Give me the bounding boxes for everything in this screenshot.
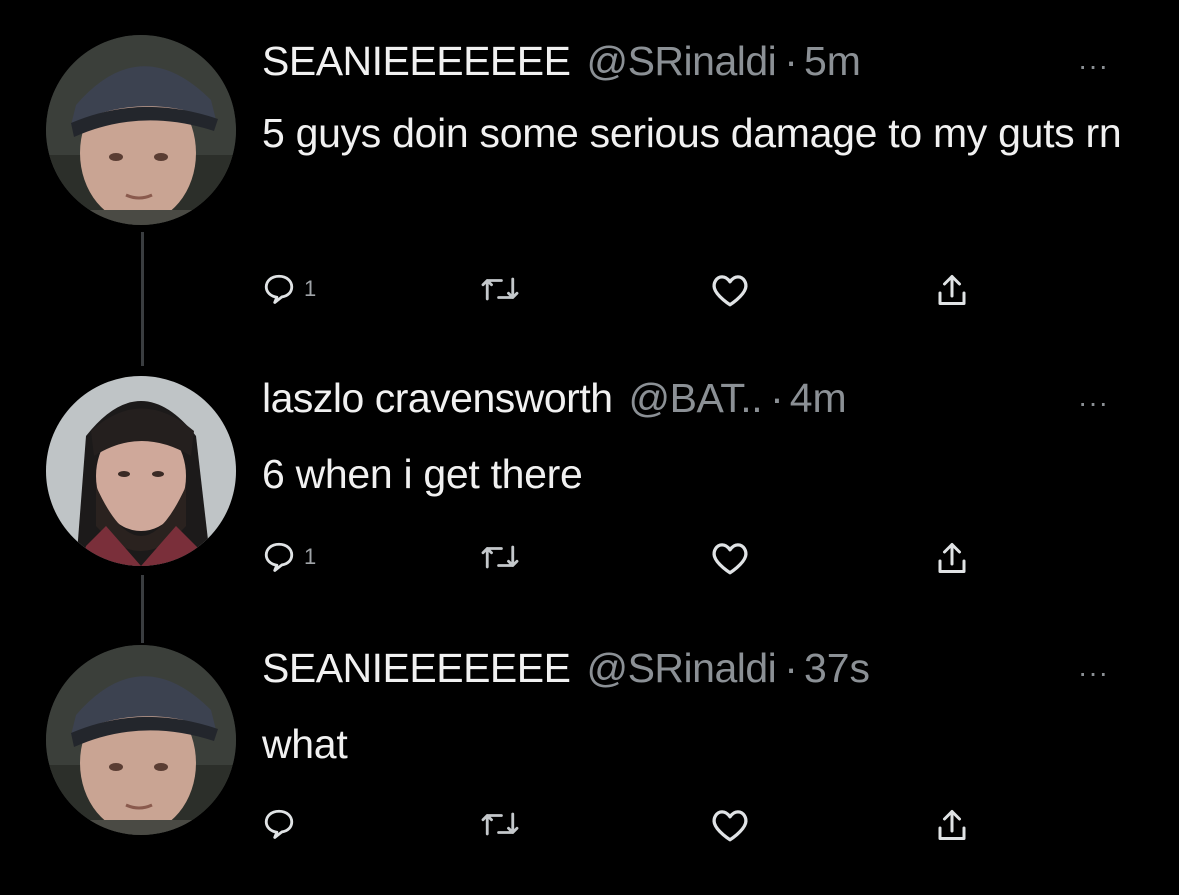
tweet-actions: 1 bbox=[262, 540, 1022, 580]
share-button[interactable] bbox=[934, 807, 970, 843]
tweet-text: what bbox=[262, 721, 348, 767]
reply-button[interactable] bbox=[262, 807, 304, 841]
retweet-icon bbox=[481, 545, 519, 569]
reply-button[interactable]: 1 bbox=[262, 272, 316, 306]
more-options-icon[interactable]: ··· bbox=[1078, 387, 1109, 419]
share-icon bbox=[938, 543, 966, 573]
tweet-actions: 1 bbox=[262, 272, 1022, 312]
man-in-cap-avatar-image bbox=[46, 645, 236, 835]
share-icon bbox=[938, 275, 966, 305]
reply-icon bbox=[264, 542, 294, 572]
like-button[interactable] bbox=[710, 272, 750, 308]
retweet-button[interactable] bbox=[480, 807, 520, 841]
man-in-cap-avatar-image bbox=[46, 35, 236, 225]
reply-count: 1 bbox=[304, 276, 317, 301]
avatar[interactable] bbox=[46, 376, 236, 566]
bearded-man-avatar-image bbox=[46, 376, 236, 566]
tweet[interactable]: SEANIEEEEEEE @SRinaldi · 37s ··· what bbox=[0, 645, 1179, 895]
display-name[interactable]: SEANIEEEEEEE bbox=[262, 645, 571, 692]
handle[interactable]: @SRinaldi bbox=[586, 645, 776, 692]
more-options-icon[interactable]: ··· bbox=[1078, 50, 1109, 82]
tweet-header: laszlo cravensworth @BAT.. · 4m bbox=[262, 375, 847, 431]
like-icon bbox=[712, 275, 748, 307]
display-name[interactable]: laszlo cravensworth bbox=[262, 375, 613, 422]
timestamp[interactable]: 4m bbox=[790, 375, 847, 422]
tweet-header: SEANIEEEEEEE @SRinaldi · 5m bbox=[262, 38, 861, 94]
like-icon bbox=[712, 543, 748, 575]
timestamp[interactable]: 37s bbox=[804, 645, 870, 692]
separator-dot: · bbox=[784, 38, 798, 84]
retweet-icon bbox=[481, 277, 519, 301]
more-options-icon[interactable]: ··· bbox=[1078, 657, 1109, 689]
tweet[interactable]: SEANIEEEEEEE @SRinaldi · 5m ··· 5 guys d… bbox=[0, 0, 1179, 360]
like-button[interactable] bbox=[710, 807, 750, 843]
tweet-actions bbox=[262, 807, 1022, 847]
timestamp[interactable]: 5m bbox=[804, 38, 861, 85]
retweet-button[interactable] bbox=[480, 272, 520, 306]
reply-button[interactable]: 1 bbox=[262, 540, 316, 574]
tweet-text: 5 guys doin some serious damage to my gu… bbox=[262, 110, 1122, 156]
retweet-button[interactable] bbox=[480, 540, 520, 574]
tweet-header: SEANIEEEEEEE @SRinaldi · 37s bbox=[262, 645, 870, 701]
share-button[interactable] bbox=[934, 540, 970, 576]
separator-dot: · bbox=[784, 645, 798, 691]
reply-count: 1 bbox=[304, 544, 317, 569]
handle[interactable]: @BAT.. bbox=[629, 375, 763, 422]
separator-dot: · bbox=[770, 375, 784, 421]
display-name[interactable]: SEANIEEEEEEE bbox=[262, 38, 571, 85]
tweet-text: 6 when i get there bbox=[262, 451, 583, 497]
avatar[interactable] bbox=[46, 645, 236, 835]
share-icon bbox=[938, 810, 966, 840]
tweet[interactable]: laszlo cravensworth @BAT.. · 4m ··· 6 wh… bbox=[0, 360, 1179, 645]
like-icon bbox=[712, 810, 748, 842]
like-button[interactable] bbox=[710, 540, 750, 576]
avatar[interactable] bbox=[46, 35, 236, 225]
handle[interactable]: @SRinaldi bbox=[586, 38, 776, 85]
reply-icon bbox=[264, 809, 294, 839]
share-button[interactable] bbox=[934, 272, 970, 308]
reply-icon bbox=[264, 274, 294, 304]
retweet-icon bbox=[481, 812, 519, 836]
